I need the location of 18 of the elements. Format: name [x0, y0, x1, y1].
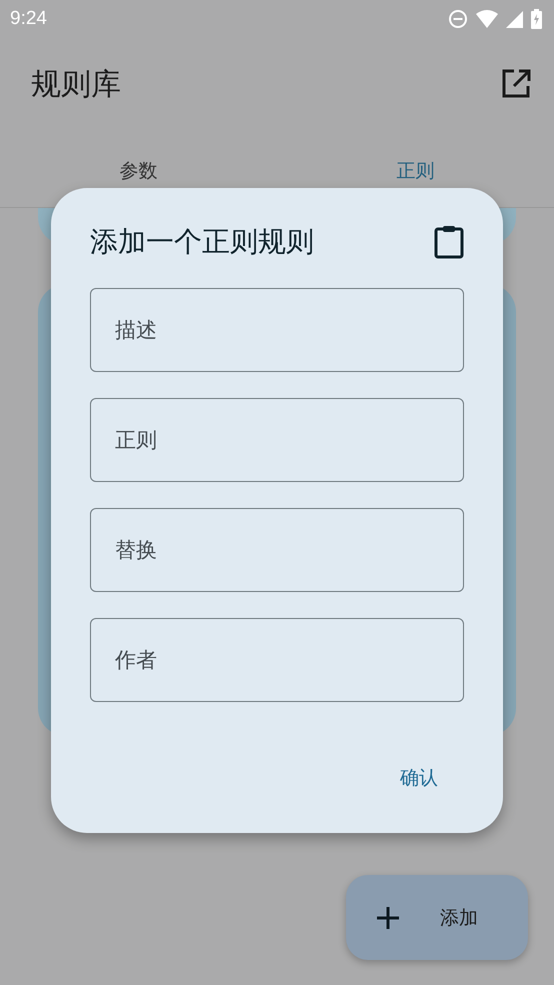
signal-icon: [506, 10, 523, 28]
tab[interactable]: 参数: [0, 130, 277, 184]
page-title: 规则库: [31, 66, 121, 104]
battery-icon: [531, 9, 542, 29]
do-not-disturb-icon: [448, 9, 468, 29]
status-time: 9:24: [10, 8, 47, 30]
clipboard-icon[interactable]: [434, 225, 464, 259]
input-field[interactable]: 描述: [90, 288, 464, 372]
open-external-icon[interactable]: [501, 69, 531, 99]
dialog-title: 添加一个正则规则: [90, 224, 314, 260]
input-field[interactable]: 替换: [90, 508, 464, 592]
input-field[interactable]: 正则: [90, 398, 464, 482]
add-button[interactable]: 添加: [346, 875, 528, 960]
confirm-button[interactable]: 确认: [374, 759, 464, 797]
input-field[interactable]: 作者: [90, 618, 464, 702]
wifi-icon: [476, 10, 498, 28]
plus-icon: [376, 906, 400, 930]
tab[interactable]: 正则: [277, 130, 554, 184]
